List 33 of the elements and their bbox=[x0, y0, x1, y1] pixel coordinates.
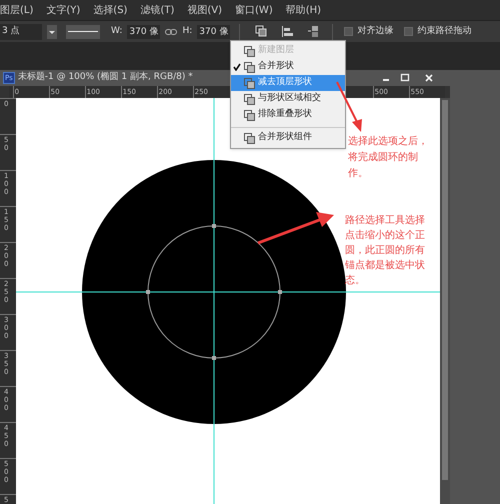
shape-operation-icon bbox=[244, 78, 255, 88]
path-alignment-icon[interactable] bbox=[281, 25, 294, 38]
stroke-width-field[interactable]: 3 点 bbox=[0, 24, 42, 40]
checkbox[interactable] bbox=[404, 27, 414, 36]
menu-item[interactable]: 图层(L) bbox=[0, 2, 34, 18]
checkbox-label: 对齐边缘 bbox=[357, 24, 394, 38]
selected-circle-path[interactable] bbox=[146, 224, 282, 360]
shape-operation-icon bbox=[244, 132, 255, 144]
shape-operation-icon bbox=[244, 94, 255, 104]
stroke-type-dropdown[interactable] bbox=[66, 24, 100, 38]
menu-option[interactable]: 合并形状组件 bbox=[231, 127, 345, 146]
height-label: H: bbox=[182, 24, 192, 38]
menu-item[interactable]: 滤镜(T) bbox=[140, 2, 174, 18]
width-field[interactable]: 370 像 bbox=[127, 24, 160, 38]
menu-item[interactable]: 选择(S) bbox=[93, 2, 128, 18]
menu-item[interactable]: 窗口(W) bbox=[235, 2, 273, 18]
shape-operation-icon bbox=[244, 46, 255, 56]
link-icon[interactable] bbox=[165, 28, 178, 36]
menu-option[interactable]: 排除重叠形状 bbox=[231, 107, 345, 123]
path-operations-icon[interactable] bbox=[255, 25, 268, 38]
menu-item[interactable]: 文字(Y) bbox=[46, 2, 80, 18]
annotation-text: 选择此选项之后，将完成圆环的制作。 bbox=[348, 134, 429, 181]
menu-option[interactable]: 与形状区域相交 bbox=[231, 91, 345, 107]
menu-item[interactable]: 帮助(H) bbox=[286, 2, 322, 18]
shape-operation-icon bbox=[244, 110, 255, 120]
shape-operation-icon bbox=[244, 62, 255, 72]
checkbox-label: 约束路径拖动 bbox=[417, 24, 472, 38]
document-title: 未标题-1 @ 100% (椭圆 1 副本, RGB/8) * bbox=[18, 71, 193, 84]
menu-option[interactable]: 合并形状 bbox=[231, 59, 345, 75]
height-field[interactable]: 370 像 bbox=[197, 24, 230, 38]
menu-item[interactable]: 视图(V) bbox=[187, 2, 222, 18]
checkbox[interactable] bbox=[344, 27, 354, 36]
width-label: W: bbox=[111, 24, 122, 38]
